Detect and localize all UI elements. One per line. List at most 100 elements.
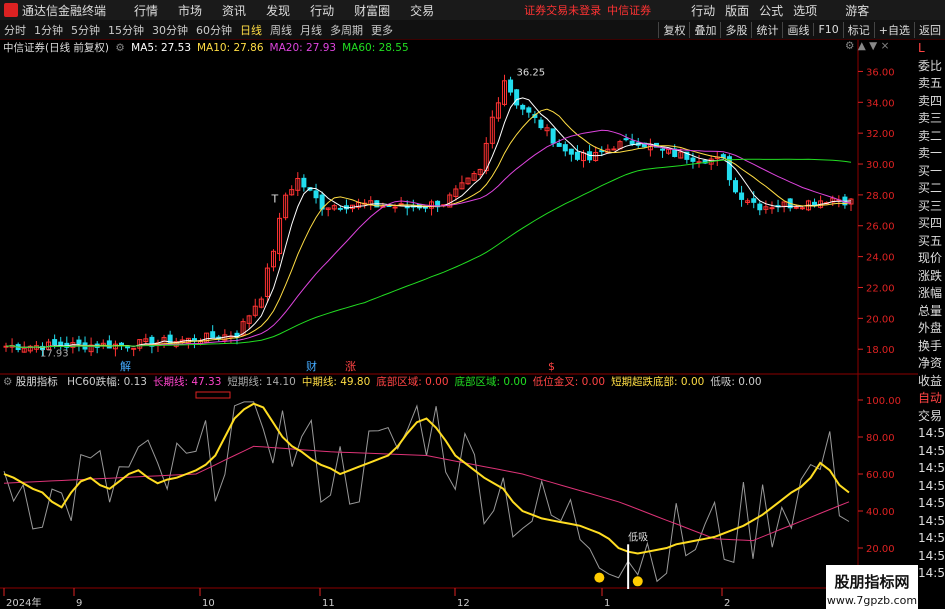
indicator-name[interactable]: 股朋指标: [16, 376, 58, 388]
menu-market[interactable]: 市场: [178, 2, 202, 19]
stats-button[interactable]: 统计: [751, 21, 782, 38]
indicator-settings-icon[interactable]: ⚙: [0, 376, 12, 388]
side-panel-item[interactable]: 卖三: [918, 110, 945, 128]
period-monthly[interactable]: 月线: [300, 22, 322, 38]
candle-body: [76, 339, 82, 345]
ma-label-0: MA5: 27.53: [131, 42, 191, 54]
menu-right-action[interactable]: 行动: [691, 2, 715, 19]
highlight-box: [195, 391, 231, 399]
indicator-axis-label: 60.00: [866, 470, 895, 481]
side-panel-item[interactable]: 14:5: [918, 460, 945, 478]
side-panel-item[interactable]: 总量: [918, 303, 945, 321]
side-panel-item[interactable]: 卖四: [918, 93, 945, 111]
side-panel-item[interactable]: 14:5: [918, 565, 945, 583]
side-panel-item[interactable]: 14:5: [918, 530, 945, 548]
side-panel-item[interactable]: 外盘: [918, 320, 945, 338]
period-toolbar: 分时 1分钟 5分钟 15分钟 30分钟 60分钟 日线 周线 月线 多周期 更…: [0, 20, 945, 40]
period-60min[interactable]: 60分钟: [196, 22, 232, 38]
side-panel-item[interactable]: 14:5: [918, 425, 945, 443]
period-1min[interactable]: 1分钟: [34, 22, 63, 38]
menu-quotes[interactable]: 行情: [134, 2, 158, 19]
candle-body: [611, 148, 617, 151]
candle-body: [568, 148, 574, 155]
side-panel-item[interactable]: 14:5: [918, 548, 945, 566]
kline-chart[interactable]: 36.00 34.00 32.00 30.00 28.00 26.00 24.00 22.00…: [0, 40, 918, 609]
overlay-button[interactable]: 叠加: [689, 21, 720, 38]
app-title: 通达信金融终端: [22, 3, 107, 18]
back-button[interactable]: 返回: [914, 21, 945, 38]
menubar: 通达信金融终端 行情 市场 资讯 发现 行动 财富圈 交易 证券交易未登录 中信…: [0, 0, 945, 21]
candle-body: [732, 180, 738, 193]
menu-trade[interactable]: 交易: [410, 2, 434, 19]
side-panel-item[interactable]: 14:5: [918, 478, 945, 496]
add-watchlist-button[interactable]: +自选: [873, 21, 914, 38]
side-panel-item[interactable]: 买四: [918, 215, 945, 233]
event-marker: 财: [306, 359, 317, 373]
guest-label[interactable]: 游客: [845, 2, 869, 19]
price-axis-label: 36.00: [866, 67, 895, 78]
mark-button[interactable]: 标记: [842, 21, 874, 38]
side-panel-item[interactable]: 收益: [918, 373, 945, 391]
mid-term-line: [3, 402, 850, 555]
settings-icon[interactable]: ⚙: [115, 42, 124, 54]
indicator-info-line: ⚙ 股朋指标 HC60跌幅: 0.13 长期线: 47.33 短期线: 14.10 中…: [0, 374, 762, 388]
chart-control-icons[interactable]: ⚙ ▲ ▼ ×: [845, 40, 889, 52]
side-panel-item[interactable]: L: [918, 40, 945, 58]
candle-body: [422, 206, 428, 209]
side-panel-item[interactable]: 卖五: [918, 75, 945, 93]
side-panel-item[interactable]: 委比: [918, 58, 945, 76]
side-panel-item[interactable]: 现价: [918, 250, 945, 268]
period-multi[interactable]: 多周期: [330, 22, 363, 38]
side-panel-item[interactable]: 买五: [918, 233, 945, 251]
date-axis-label: 11: [322, 598, 335, 609]
period-timeshare[interactable]: 分时: [4, 22, 26, 38]
side-panel-item[interactable]: 涨跌: [918, 268, 945, 286]
candle-body: [757, 203, 763, 211]
draw-line-button[interactable]: 画线: [782, 21, 813, 38]
menu-news[interactable]: 资讯: [222, 2, 246, 19]
price-axis-label: 26.00: [866, 222, 895, 233]
side-panel-item[interactable]: 买三: [918, 198, 945, 216]
period-weekly[interactable]: 周线: [270, 22, 292, 38]
period-more[interactable]: 更多: [371, 22, 393, 38]
price-axis-label: 18.00: [866, 345, 895, 356]
period-5min[interactable]: 5分钟: [71, 22, 100, 38]
menu-options[interactable]: 选项: [793, 2, 817, 19]
indicator-param-5: 底部区域: 0.00: [454, 376, 527, 388]
price-axis-label: 24.00: [866, 253, 895, 264]
side-panel-item[interactable]: 卖一: [918, 145, 945, 163]
side-panel-item[interactable]: 14:5: [918, 513, 945, 531]
candle-body: [301, 177, 307, 188]
login-warning[interactable]: 证券交易未登录: [524, 2, 601, 18]
candle-body: [623, 138, 629, 141]
candle-body: [337, 207, 343, 210]
side-panel-item[interactable]: 买二: [918, 180, 945, 198]
side-panel-item[interactable]: 14:5: [918, 443, 945, 461]
indicator-param-4: 底部区域: 0.00: [376, 376, 449, 388]
side-panel-item[interactable]: 卖二: [918, 128, 945, 146]
menu-wealth[interactable]: 财富圈: [354, 2, 390, 19]
watermark-url: www.7gpzb.com: [827, 594, 917, 607]
period-daily[interactable]: 日线: [240, 22, 262, 38]
smiley-icon: [632, 576, 643, 587]
quote-side-panel: L 委比 卖五 卖四 卖三 卖二 卖一 买一 买二 买三 买四 买五 现价 涨跌 涨幅 总量 外盘 换手 净资 收益自…: [918, 40, 945, 609]
side-panel-item[interactable]: 涨幅: [918, 285, 945, 303]
candle-body: [751, 198, 757, 203]
side-panel-item[interactable]: 交易: [918, 408, 945, 426]
candle-body: [392, 206, 398, 209]
f10-button[interactable]: F10: [813, 23, 842, 36]
menu-layout[interactable]: 版面: [725, 2, 749, 19]
app-logo-icon: [4, 3, 18, 17]
period-30min[interactable]: 30分钟: [152, 22, 188, 38]
side-panel-item[interactable]: 买一: [918, 163, 945, 181]
side-panel-item[interactable]: 14:5: [918, 495, 945, 513]
menu-action[interactable]: 行动: [310, 2, 334, 19]
period-15min[interactable]: 15分钟: [108, 22, 144, 38]
menu-formula[interactable]: 公式: [759, 2, 783, 19]
adjust-button[interactable]: 复权: [658, 21, 689, 38]
side-panel-item[interactable]: 换手: [918, 338, 945, 356]
side-panel-item[interactable]: 净资: [918, 355, 945, 373]
multi-stock-button[interactable]: 多股: [720, 21, 751, 38]
menu-discover[interactable]: 发现: [266, 2, 290, 19]
side-panel-item[interactable]: 自动: [918, 390, 945, 408]
